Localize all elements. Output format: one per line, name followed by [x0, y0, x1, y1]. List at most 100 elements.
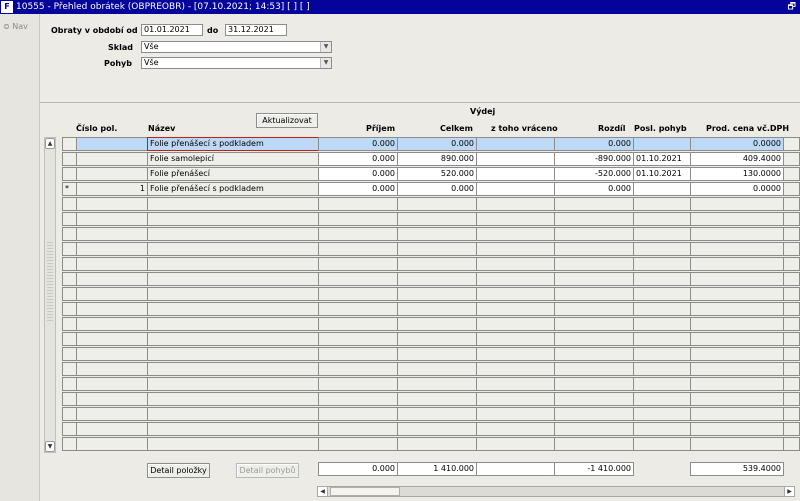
cell-difference[interactable]: [554, 347, 634, 361]
cell-difference[interactable]: [554, 317, 634, 331]
cell-name[interactable]: [147, 257, 319, 271]
cell-total[interactable]: [397, 377, 477, 391]
cell-item-no[interactable]: [76, 347, 148, 361]
cell-price[interactable]: [690, 212, 784, 226]
cell-extra[interactable]: [783, 347, 800, 361]
cell-difference[interactable]: [554, 197, 634, 211]
cell-price[interactable]: [690, 437, 784, 451]
cell-receipt[interactable]: 0.000: [318, 182, 398, 196]
cell-last-move[interactable]: [633, 407, 691, 421]
cell-last-move[interactable]: [633, 347, 691, 361]
cell-name[interactable]: [147, 437, 319, 451]
cell-receipt[interactable]: [318, 242, 398, 256]
scroll-thumb[interactable]: [330, 487, 400, 496]
cell-difference[interactable]: [554, 362, 634, 376]
nav-button[interactable]: ⊜ Nav: [3, 22, 28, 31]
cell-extra[interactable]: [783, 242, 800, 256]
cell-price[interactable]: [690, 347, 784, 361]
cell-total[interactable]: [397, 197, 477, 211]
cell-last-move[interactable]: [633, 332, 691, 346]
cell-price[interactable]: [690, 272, 784, 286]
cell-name[interactable]: Folie přenášecí: [147, 167, 319, 181]
cell-name[interactable]: [147, 272, 319, 286]
cell-name[interactable]: [147, 197, 319, 211]
chevron-down-icon[interactable]: ▼: [320, 58, 331, 68]
cell-receipt[interactable]: [318, 347, 398, 361]
cell-extra[interactable]: [783, 317, 800, 331]
cell-receipt[interactable]: [318, 272, 398, 286]
cell-receipt[interactable]: [318, 302, 398, 316]
cell-last-move[interactable]: [633, 362, 691, 376]
cell-difference[interactable]: [554, 302, 634, 316]
cell-name[interactable]: Folie samolepicí: [147, 152, 319, 166]
cell-receipt[interactable]: 0.000: [318, 167, 398, 181]
cell-item-no[interactable]: [76, 197, 148, 211]
cell-returned[interactable]: [476, 182, 555, 196]
chevron-down-icon[interactable]: ▼: [320, 42, 331, 52]
cell-receipt[interactable]: [318, 362, 398, 376]
cell-item-no[interactable]: [76, 332, 148, 346]
cell-extra[interactable]: [783, 257, 800, 271]
cell-name[interactable]: [147, 242, 319, 256]
scroll-up-icon[interactable]: ▲: [45, 138, 55, 149]
cell-price[interactable]: [690, 377, 784, 391]
cell-name[interactable]: [147, 392, 319, 406]
cell-item-no[interactable]: [76, 362, 148, 376]
cell-difference[interactable]: [554, 242, 634, 256]
cell-difference[interactable]: [554, 212, 634, 226]
cell-returned[interactable]: [476, 212, 555, 226]
refresh-button[interactable]: Aktualizovat: [256, 113, 318, 128]
cell-receipt[interactable]: 0.000: [318, 137, 398, 151]
cell-returned[interactable]: [476, 257, 555, 271]
cell-name[interactable]: [147, 347, 319, 361]
cell-last-move[interactable]: [633, 257, 691, 271]
cell-item-no[interactable]: [76, 392, 148, 406]
cell-total[interactable]: 0.000: [397, 137, 477, 151]
cell-extra[interactable]: [783, 137, 800, 151]
cell-price[interactable]: [690, 227, 784, 241]
cell-price[interactable]: [690, 302, 784, 316]
cell-last-move[interactable]: [633, 377, 691, 391]
cell-name[interactable]: [147, 287, 319, 301]
cell-difference[interactable]: [554, 377, 634, 391]
cell-extra[interactable]: [783, 182, 800, 196]
cell-price[interactable]: [690, 197, 784, 211]
cell-returned[interactable]: [476, 197, 555, 211]
cell-extra[interactable]: [783, 212, 800, 226]
cell-extra[interactable]: [783, 407, 800, 421]
cell-name[interactable]: [147, 227, 319, 241]
cell-name[interactable]: Folie přenášecí s podkladem: [147, 182, 319, 196]
cell-total[interactable]: 520.000: [397, 167, 477, 181]
cell-returned[interactable]: [476, 437, 555, 451]
cell-total[interactable]: [397, 392, 477, 406]
cell-returned[interactable]: [476, 272, 555, 286]
cell-extra[interactable]: [783, 332, 800, 346]
cell-item-no[interactable]: [76, 272, 148, 286]
cell-total[interactable]: [397, 227, 477, 241]
cell-last-move[interactable]: [633, 197, 691, 211]
cell-total[interactable]: [397, 407, 477, 421]
cell-difference[interactable]: [554, 287, 634, 301]
cell-extra[interactable]: [783, 422, 800, 436]
cell-price[interactable]: [690, 422, 784, 436]
cell-total[interactable]: [397, 437, 477, 451]
cell-returned[interactable]: [476, 407, 555, 421]
movement-select[interactable]: Vše ▼: [141, 57, 332, 69]
cell-difference[interactable]: [554, 332, 634, 346]
cell-difference[interactable]: 0.000: [554, 182, 634, 196]
scroll-left-icon[interactable]: ◀: [318, 487, 328, 496]
cell-returned[interactable]: [476, 362, 555, 376]
cell-name[interactable]: [147, 212, 319, 226]
cell-receipt[interactable]: [318, 377, 398, 391]
cell-name[interactable]: [147, 317, 319, 331]
cell-price[interactable]: 409.4000: [690, 152, 784, 166]
cell-last-move[interactable]: [633, 302, 691, 316]
cell-receipt[interactable]: [318, 257, 398, 271]
scroll-right-icon[interactable]: ▶: [784, 487, 794, 496]
restore-window-icon[interactable]: 🗗: [788, 0, 796, 14]
cell-difference[interactable]: [554, 422, 634, 436]
cell-last-move[interactable]: [633, 422, 691, 436]
cell-difference[interactable]: [554, 272, 634, 286]
cell-last-move[interactable]: [633, 272, 691, 286]
cell-item-no[interactable]: [76, 242, 148, 256]
